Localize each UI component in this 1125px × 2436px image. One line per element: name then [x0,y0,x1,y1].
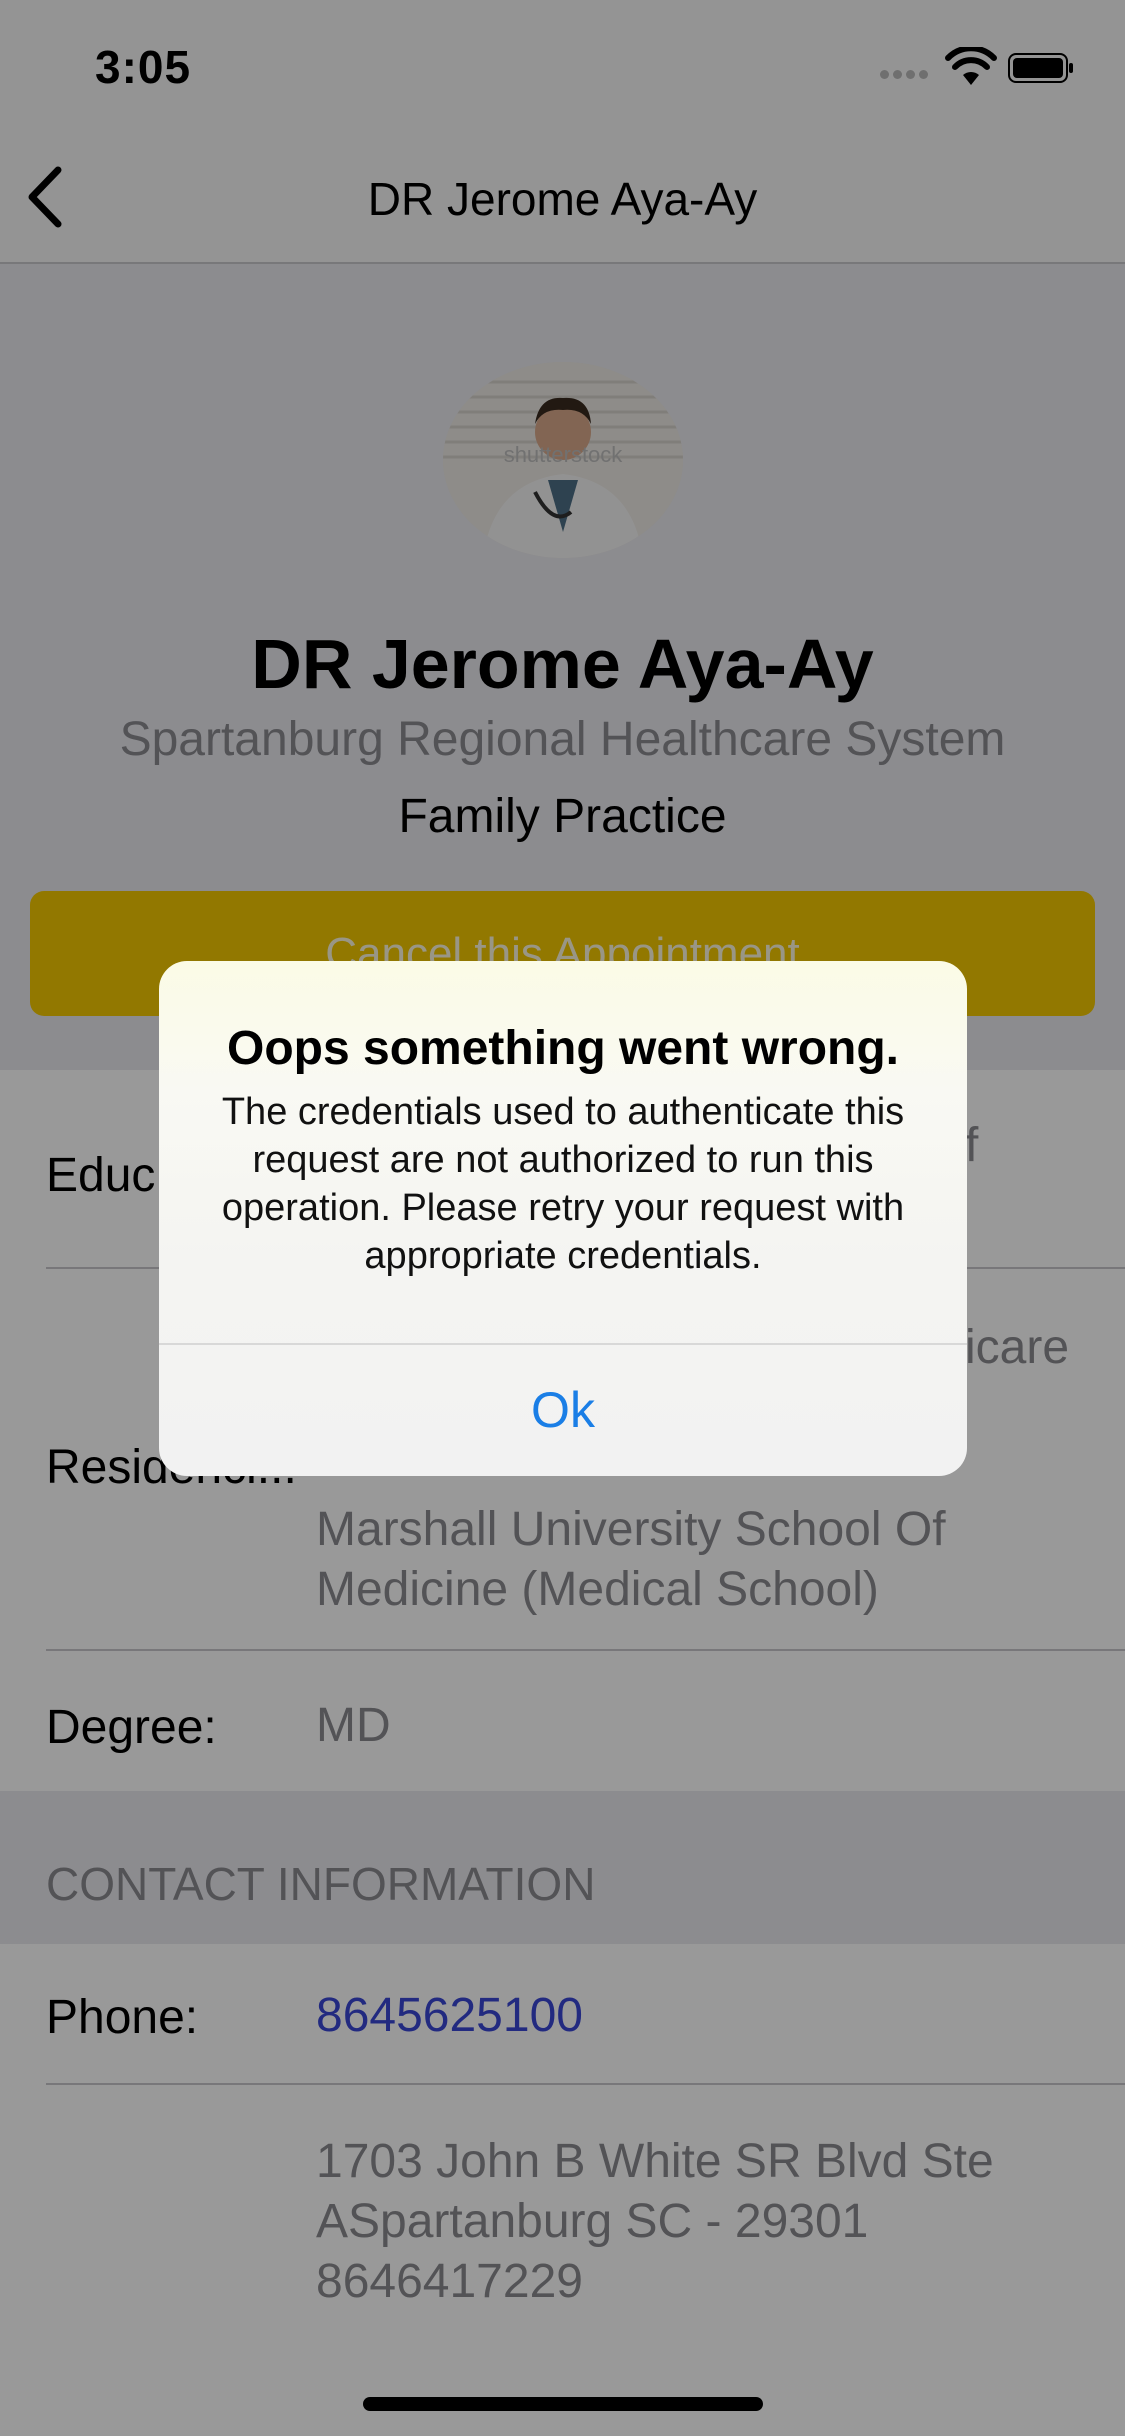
alert-title: Oops something went wrong. [227,1022,899,1075]
alert-message: The credentials used to authenticate thi… [221,1091,905,1277]
screen: 3:05 DR Jerome Aya-Ay shutterstock DR Je… [0,0,1125,2436]
alert-ok-button[interactable]: Ok [159,1345,967,1476]
error-alert-dialog: Oops something went wrong. The credentia… [159,961,967,1476]
